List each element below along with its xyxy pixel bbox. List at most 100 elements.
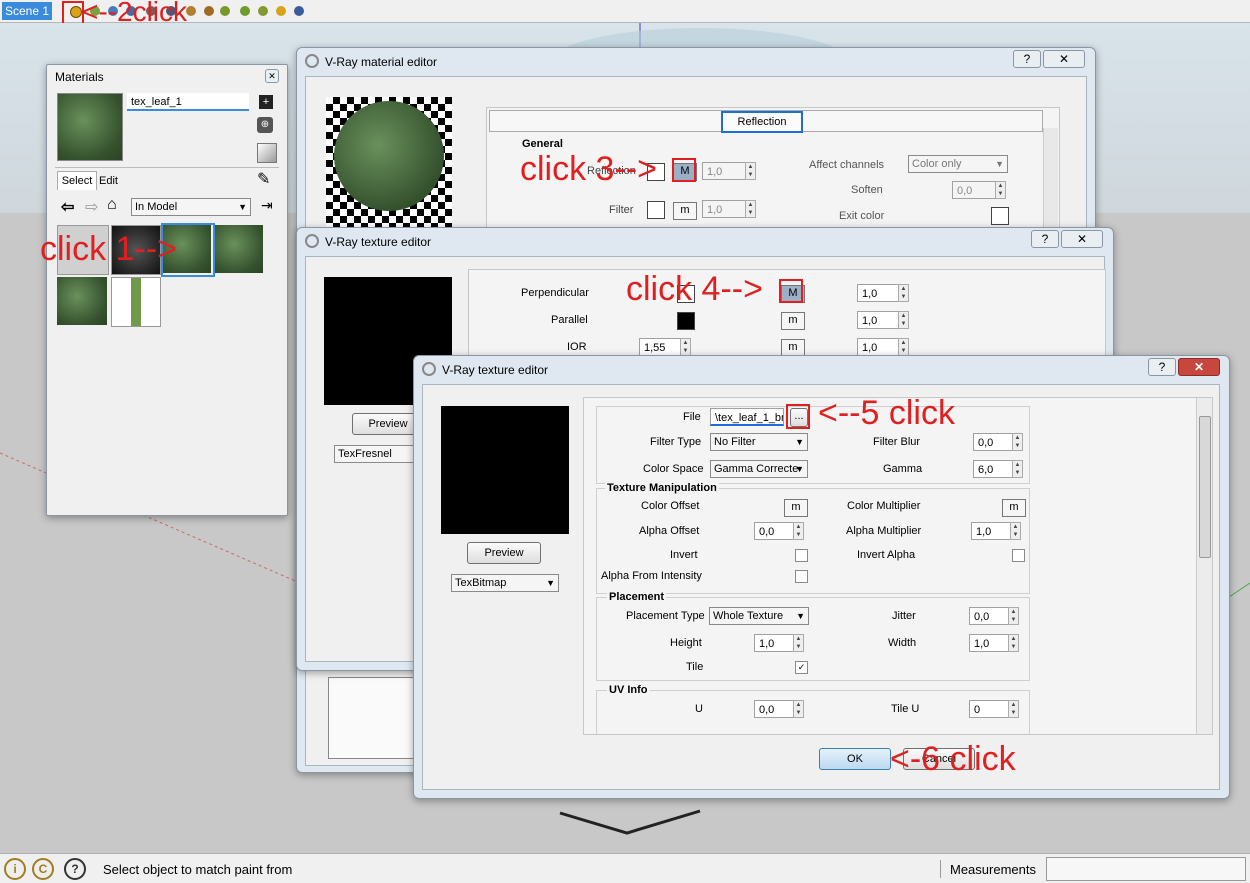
close-icon[interactable]: ✕: [265, 69, 279, 83]
invert-alpha-checkbox[interactable]: [1012, 549, 1025, 562]
gamma-field[interactable]: 6,0: [973, 460, 1015, 478]
placement-type-label: Placement Type: [626, 610, 705, 622]
color-offset-map-button[interactable]: m: [784, 499, 808, 517]
filter-type-dropdown[interactable]: No Filter ▼: [710, 433, 808, 451]
height-field[interactable]: 1,0: [754, 634, 796, 652]
invert-checkbox[interactable]: [795, 549, 808, 562]
sample-paint-icon[interactable]: [257, 143, 277, 163]
parallel-map-button[interactable]: m: [781, 312, 805, 330]
filter-blur-spinner[interactable]: ▲ ▼: [1012, 433, 1023, 451]
chevron-down-icon: ▼: [795, 464, 804, 474]
filter-amount-spinner[interactable]: ▲ ▼: [745, 200, 756, 218]
texture-type-dropdown-2[interactable]: TexBitmap ▼: [451, 574, 559, 592]
filter-map-button[interactable]: m: [673, 202, 697, 220]
forward-icon[interactable]: ⇨: [85, 197, 98, 217]
material-editor-title-text: V-Ray material editor: [325, 55, 438, 69]
texture-editor-2-title-text: V-Ray texture editor: [442, 363, 549, 377]
soften-field[interactable]: 0,0: [952, 181, 998, 199]
ior-amount-field[interactable]: 1,0: [857, 338, 901, 356]
help-icon[interactable]: ?: [64, 858, 86, 880]
alpha-multiplier-spinner[interactable]: ▲ ▼: [1010, 522, 1021, 540]
ies-light-icon[interactable]: [240, 6, 250, 16]
material-thumb-5[interactable]: [57, 277, 107, 325]
close-button[interactable]: ✕: [1061, 230, 1103, 248]
scrollbar-thumb[interactable]: [1199, 416, 1211, 558]
reflection-amount-spinner[interactable]: ▲ ▼: [745, 162, 756, 180]
u-spinner[interactable]: ▲ ▼: [793, 700, 804, 718]
parallel-amount-field[interactable]: 1,0: [857, 311, 901, 329]
color-multiplier-map-button[interactable]: m: [1002, 499, 1026, 517]
u-field[interactable]: 0,0: [754, 700, 796, 718]
minimize-button[interactable]: ?: [1148, 358, 1176, 376]
scene-tab[interactable]: Scene 1: [2, 2, 52, 20]
spot-light-icon[interactable]: [204, 6, 214, 16]
preview-button-2[interactable]: Preview: [467, 542, 541, 564]
sphere-light-icon[interactable]: [220, 6, 230, 16]
ior-amount-spinner[interactable]: ▲ ▼: [898, 338, 909, 356]
filter-amount-field[interactable]: 1,0: [702, 200, 748, 218]
light-icon[interactable]: [186, 6, 196, 16]
width-field[interactable]: 1,0: [969, 634, 1011, 652]
alpha-offset-spinner[interactable]: ▲ ▼: [793, 522, 804, 540]
home-icon[interactable]: ⌂: [107, 196, 117, 214]
perpendicular-spinner[interactable]: ▲ ▼: [898, 284, 909, 302]
info-icon[interactable]: [294, 6, 304, 16]
material-name-field[interactable]: tex_leaf_1: [127, 93, 249, 111]
affect-channels-dropdown[interactable]: Color only ▼: [908, 155, 1008, 173]
ok-button[interactable]: OK: [819, 748, 891, 770]
tile-u-field[interactable]: 0: [969, 700, 1011, 718]
close-button[interactable]: ✕: [1043, 50, 1085, 68]
details-icon[interactable]: ⇥: [261, 197, 273, 214]
highlight-render-icon: [62, 1, 84, 25]
placement-type-dropdown[interactable]: Whole Texture ▼: [709, 607, 809, 625]
ior-spinner[interactable]: ▲ ▼: [680, 338, 691, 356]
soften-spinner[interactable]: ▲ ▼: [995, 181, 1006, 199]
parallel-color-swatch[interactable]: [677, 312, 695, 330]
alpha-from-intensity-checkbox[interactable]: [795, 570, 808, 583]
gamma-spinner[interactable]: ▲ ▼: [1012, 460, 1023, 478]
alpha-multiplier-field[interactable]: 1,0: [971, 522, 1013, 540]
color-space-dropdown[interactable]: Gamma Correcte ▼: [710, 460, 808, 478]
soften-label: Soften: [851, 184, 883, 196]
dome-light-icon[interactable]: [258, 6, 268, 16]
help-button[interactable]: ?: [1031, 230, 1059, 248]
filter-blur-field[interactable]: 0,0: [973, 433, 1015, 451]
jitter-field[interactable]: 0,0: [969, 607, 1011, 625]
create-material-icon[interactable]: +: [259, 95, 273, 109]
params-scrollbar[interactable]: [1196, 398, 1212, 734]
material-thumb-4[interactable]: [215, 225, 263, 273]
back-icon[interactable]: ⇦: [61, 197, 74, 217]
measurements-input[interactable]: [1046, 857, 1246, 881]
reflection-amount-field[interactable]: 1,0: [702, 162, 748, 180]
tab-select[interactable]: Select: [57, 171, 97, 190]
ior-field[interactable]: 1,55: [639, 338, 683, 356]
material-thumb-6[interactable]: [111, 277, 161, 327]
eyedropper-icon[interactable]: ✎: [257, 169, 271, 189]
vray-logo-icon: [422, 362, 436, 376]
close-button[interactable]: ✕: [1178, 358, 1220, 376]
alpha-offset-field[interactable]: 0,0: [754, 522, 796, 540]
perpendicular-amount-field[interactable]: 1,0: [857, 284, 901, 302]
jitter-spinner[interactable]: ▲ ▼: [1008, 607, 1019, 625]
help-button[interactable]: ?: [1013, 50, 1041, 68]
infinite-plane-icon[interactable]: [276, 6, 286, 16]
tile-u-spinner[interactable]: ▲ ▼: [1008, 700, 1019, 718]
collection-dropdown[interactable]: In Model ▼: [131, 198, 251, 216]
filter-color-swatch[interactable]: [647, 201, 665, 219]
duplicate-material-icon[interactable]: ⊕: [257, 117, 273, 133]
tab-edit[interactable]: Edit: [99, 173, 137, 189]
height-spinner[interactable]: ▲ ▼: [793, 634, 804, 652]
geolocation-icon[interactable]: i: [4, 858, 26, 880]
exit-color-swatch[interactable]: [991, 207, 1009, 225]
width-spinner[interactable]: ▲ ▼: [1008, 634, 1019, 652]
alpha-offset-label: Alpha Offset: [639, 525, 700, 537]
alpha-multiplier-label: Alpha Multiplier: [846, 525, 922, 537]
tile-checkbox[interactable]: ✓: [795, 661, 808, 674]
highlight-browse-button: [786, 404, 810, 429]
material-preview-swatch[interactable]: [57, 93, 123, 161]
texture-type-value-1: TexFresnel: [338, 448, 392, 460]
credits-icon[interactable]: C: [32, 858, 54, 880]
reflection-section-button[interactable]: Reflection: [721, 111, 803, 133]
file-path-field[interactable]: \tex_leaf_1_br: [710, 408, 784, 426]
parallel-spinner[interactable]: ▲ ▼: [898, 311, 909, 329]
